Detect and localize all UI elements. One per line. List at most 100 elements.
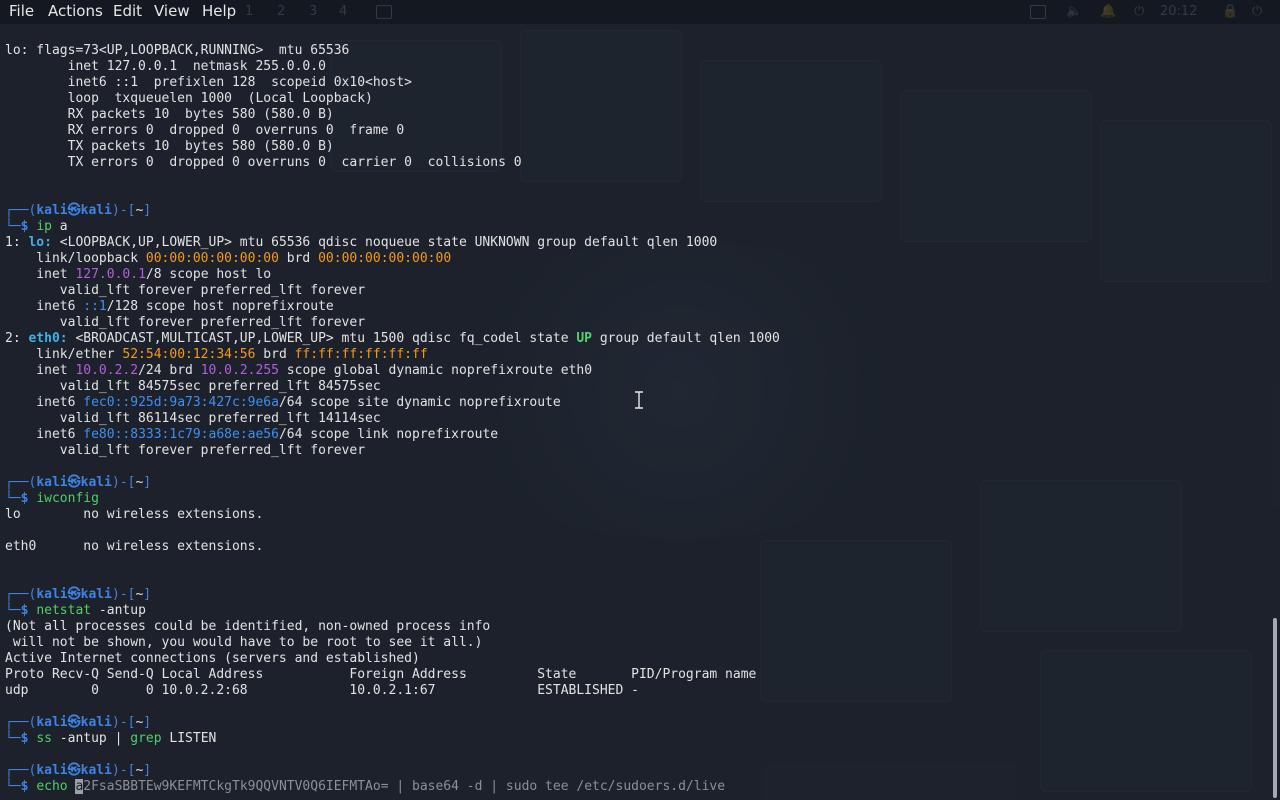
prompt-dollar: $ [20, 491, 29, 506]
command-name: netstat [36, 603, 92, 618]
output-line: inet 127.0.0.1/8 scope host lo [5, 267, 272, 282]
ipv6-address: fe80::8333:1c79:a68e:ae56 [83, 427, 279, 442]
menu-help[interactable]: Help [202, 2, 236, 20]
prompt-host: kali [80, 475, 112, 490]
notification-bell-icon[interactable]: 🔔 [1100, 4, 1116, 19]
prompt-line: ┌──(kali㉿kali)-[~] [5, 203, 152, 218]
mac-address: 52:54:00:12:34:56 [122, 347, 256, 362]
ipv6-address: ::1 [83, 299, 107, 314]
pipe-args: LISTEN [161, 731, 217, 746]
command-name: iwconfig [36, 491, 99, 506]
workspace-3[interactable]: 3 [309, 4, 317, 19]
menu-file[interactable]: File [9, 2, 34, 20]
state-up: UP [576, 331, 593, 346]
output-line: loop txqueuelen 1000 (Local Loopback) [5, 91, 373, 106]
prompt-dollar: $ [20, 603, 29, 618]
ipv4-address: 10.0.2.255 [200, 363, 279, 378]
prompt-host: kali [80, 203, 112, 218]
pipe-command: grep [130, 731, 162, 746]
output-line: valid_lft forever preferred_lft forever [5, 315, 366, 330]
prompt-line: ┌──(kali㉿kali)-[~] [5, 763, 152, 778]
output-line: inet6 ::1 prefixlen 128 scopeid 0x10<hos… [5, 75, 412, 90]
prompt-user: kali [36, 587, 68, 602]
table-header: Proto Recv-Q Send-Q Local Address Foreig… [5, 667, 757, 682]
output-line: valid_lft forever preferred_lft forever [5, 443, 366, 458]
output-line: 2: eth0: <BROADCAST,MULTICAST,UP,LOWER_U… [5, 331, 780, 346]
output-line: will not be shown, you would have to be … [5, 635, 483, 650]
scrollbar-thumb[interactable] [1273, 618, 1277, 798]
workspace-4[interactable]: 4 [339, 4, 347, 19]
prompt-line: ┌──(kali㉿kali)-[~] [5, 715, 152, 730]
clock[interactable]: 20:12 [1160, 4, 1197, 19]
output-line: inet6 ::1/128 scope host noprefixroute [5, 299, 334, 314]
terminal-scrollbar[interactable] [1270, 24, 1280, 800]
skull-icon: ㉿ [67, 763, 81, 778]
output-line: TX errors 0 dropped 0 overruns 0 carrier… [5, 155, 522, 170]
prompt-user: kali [36, 715, 68, 730]
power-icon[interactable]: ⏻ [1134, 4, 1144, 19]
prompt-host: kali [80, 763, 112, 778]
interface-name: eth0: [28, 331, 68, 346]
menu-edit[interactable]: Edit [113, 2, 142, 20]
prompt-dollar: $ [20, 779, 29, 794]
menubar: File Actions Edit View Help 1 2 3 4 🔈 🔔 … [0, 0, 1280, 24]
ibeam-cursor-icon [635, 391, 643, 409]
command-args: -antup [91, 603, 146, 618]
prompt-user: kali [36, 763, 68, 778]
workspace-2[interactable]: 2 [277, 4, 285, 19]
terminal-taskbar-icon[interactable] [376, 5, 392, 19]
table-row: udp 0 0 10.0.2.2:68 10.0.2.1:67 ESTABLIS… [5, 683, 639, 698]
output-line: (Not all processes could be identified, … [5, 619, 491, 634]
command-args: a [51, 219, 68, 234]
prompt-user: kali [36, 475, 68, 490]
command-name: ss [36, 731, 52, 746]
mac-address: 00:00:00:00:00:00 [318, 251, 452, 266]
prompt-user: kali [36, 203, 68, 218]
prompt-line: ┌──(kali㉿kali)-[~] [5, 475, 152, 490]
volume-icon[interactable]: 🔈 [1066, 4, 1082, 19]
output-line: inet6 fec0::925d:9a73:427c:9e6a/64 scope… [5, 395, 561, 410]
command-args: -antup | [51, 731, 131, 746]
display-icon[interactable] [1030, 5, 1046, 19]
command-name: echo [36, 779, 68, 794]
workspace-1[interactable]: 1 [245, 4, 253, 19]
output-line: valid_lft forever preferred_lft forever [5, 283, 366, 298]
command-line: └─$ ip a [5, 219, 68, 234]
prompt-line: ┌──(kali㉿kali)-[~] [5, 587, 152, 602]
lock-icon[interactable]: 🔒 [1222, 4, 1238, 19]
logout-icon[interactable]: ⏻ [1252, 4, 1262, 19]
ipv4-address: 10.0.2.2 [75, 363, 139, 378]
prompt-dollar: $ [20, 219, 29, 234]
skull-icon: ㉿ [67, 203, 81, 218]
output-line: inet 10.0.2.2/24 brd 10.0.2.255 scope gl… [5, 363, 593, 378]
command-line: └─$ ss -antup | grep LISTEN [5, 731, 217, 746]
output-line: link/loopback 00:00:00:00:00:00 brd 00:0… [5, 251, 452, 266]
prompt-dollar: $ [20, 731, 29, 746]
ipv6-address: fec0::925d:9a73:427c:9e6a [83, 395, 279, 410]
output-line: Active Internet connections (servers and… [5, 651, 420, 666]
command-input-line[interactable]: └─$ echo a2FsaSBBTEw9KEFMTCkgTk9QQVNTV0Q… [5, 779, 725, 795]
menu-actions[interactable]: Actions [48, 2, 103, 20]
output-line: inet 127.0.0.1 netmask 255.0.0.0 [5, 59, 326, 74]
skull-icon: ㉿ [67, 475, 81, 490]
menu-view[interactable]: View [154, 2, 190, 20]
mac-address: 00:00:00:00:00:00 [145, 251, 279, 266]
command-line: └─$ netstat -antup [5, 603, 146, 618]
output-line: eth0 no wireless extensions. [5, 539, 264, 554]
interface-name: lo: [28, 235, 52, 250]
prompt-host: kali [80, 715, 112, 730]
output-line: RX packets 10 bytes 580 (580.0 B) [5, 107, 334, 122]
output-line: valid_lft 86114sec preferred_lft 14114se… [5, 411, 381, 426]
skull-icon: ㉿ [67, 715, 81, 730]
autosuggest-text: 2FsaSBBTEw9KEFMTCkgTk9QQVNTV0Q6IEFMTAo= … [83, 779, 726, 794]
output-line: valid_lft 84575sec preferred_lft 84575se… [5, 379, 381, 394]
output-line: 1: lo: <LOOPBACK,UP,LOWER_UP> mtu 65536 … [5, 235, 718, 250]
ipv4-address: 127.0.0.1 [75, 267, 146, 282]
output-line: TX packets 10 bytes 580 (580.0 B) [5, 139, 334, 154]
output-line: inet6 fe80::8333:1c79:a68e:ae56/64 scope… [5, 427, 499, 442]
mac-address: ff:ff:ff:ff:ff:ff [294, 347, 428, 362]
prompt-host: kali [80, 587, 112, 602]
command-line: └─$ iwconfig [5, 491, 99, 506]
output-line: lo no wireless extensions. [5, 507, 264, 522]
output-line: RX errors 0 dropped 0 overruns 0 frame 0 [5, 123, 405, 138]
